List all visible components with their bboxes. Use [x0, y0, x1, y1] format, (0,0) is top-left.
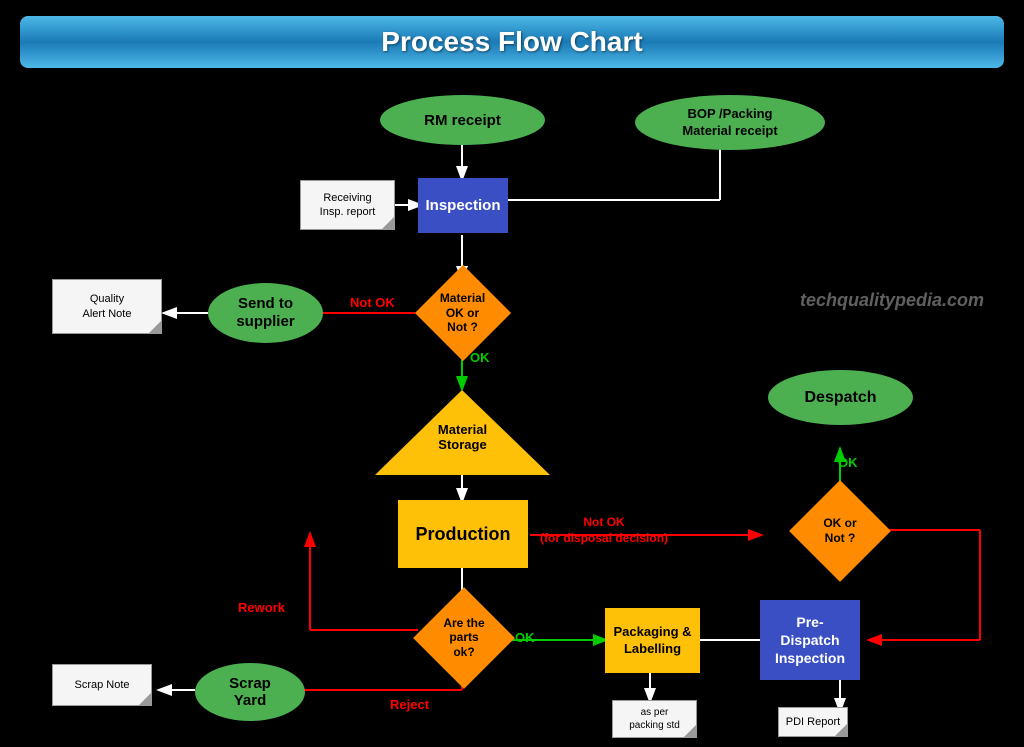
not-ok-disposal-label: Not OK(for disposal decision) — [540, 515, 668, 546]
packaging-label: Packaging &Labelling — [613, 624, 691, 658]
not-ok-label-1: Not OK — [350, 295, 395, 310]
as-per-packing-node: as perpacking std — [612, 700, 697, 738]
scrap-yard-node: ScrapYard — [195, 663, 305, 721]
material-ok-node: MaterialOK orNot ? — [415, 278, 510, 348]
receiving-report-node: ReceivingInsp. report — [300, 180, 395, 230]
material-storage-node: MaterialStorage — [370, 385, 555, 480]
bop-receipt-node: BOP /PackingMaterial receipt — [635, 95, 825, 150]
inspection-label: Inspection — [425, 197, 500, 214]
pdi-report-label: PDI Report — [786, 715, 840, 729]
chart-container: Process Flow Chart — [0, 0, 1024, 747]
ok-or-not-label: OK orNot ? — [823, 516, 856, 545]
rm-receipt-node: RM receipt — [380, 95, 545, 145]
rework-label: Rework — [238, 600, 285, 615]
send-to-supplier-label: Send tosupplier — [236, 295, 294, 331]
are-parts-ok-label: Are thepartsok? — [443, 616, 484, 659]
chart-title: Process Flow Chart — [20, 26, 1004, 58]
pre-dispatch-node: Pre-DispatchInspection — [760, 600, 860, 680]
despatch-label: Despatch — [804, 389, 876, 407]
quality-alert-node: QualityAlert Note — [52, 279, 162, 334]
production-label: Production — [416, 524, 511, 545]
material-ok-label: MaterialOK orNot ? — [440, 291, 485, 334]
ok-label-1: OK — [470, 350, 490, 365]
rm-receipt-label: RM receipt — [424, 112, 501, 129]
chart-header: Process Flow Chart — [20, 16, 1004, 68]
scrap-note-node: Scrap Note — [52, 664, 152, 706]
inspection-node: Inspection — [418, 178, 508, 233]
receiving-report-label: ReceivingInsp. report — [320, 191, 376, 220]
scrap-yard-label: ScrapYard — [229, 675, 271, 709]
reject-label: Reject — [390, 697, 429, 712]
ok-label-despatch: OK — [838, 455, 858, 470]
send-to-supplier-node: Send tosupplier — [208, 283, 323, 343]
are-parts-ok-node: Are thepartsok? — [418, 600, 510, 675]
as-per-packing-label: as perpacking std — [629, 706, 680, 732]
quality-alert-label: QualityAlert Note — [83, 292, 132, 321]
packaging-node: Packaging &Labelling — [605, 608, 700, 673]
bop-receipt-label: BOP /PackingMaterial receipt — [682, 106, 777, 140]
watermark: techqualitypedia.com — [800, 290, 984, 311]
production-node: Production — [398, 500, 528, 568]
material-storage-label: MaterialStorage — [438, 422, 487, 453]
scrap-note-label: Scrap Note — [74, 678, 129, 692]
ok-or-not-node: OK orNot ? — [795, 493, 885, 568]
pdi-report-node: PDI Report — [778, 707, 848, 737]
pre-dispatch-label: Pre-DispatchInspection — [775, 613, 845, 668]
ok-label-parts: OK — [515, 630, 535, 645]
despatch-node: Despatch — [768, 370, 913, 425]
